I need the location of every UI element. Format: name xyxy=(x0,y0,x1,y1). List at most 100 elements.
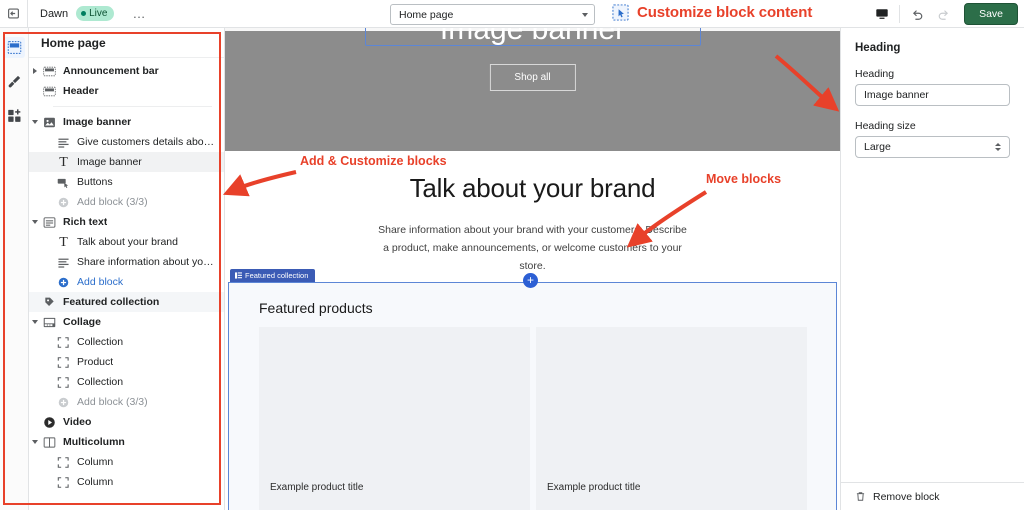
heading-t-icon: T xyxy=(55,234,72,250)
banner-heading[interactable]: Image banner xyxy=(440,28,625,47)
heading-input[interactable] xyxy=(855,84,1010,106)
multicolumn-icon xyxy=(41,436,58,449)
page-selector-value: Home page xyxy=(399,8,454,21)
remove-block-button[interactable]: Remove block xyxy=(841,482,1024,510)
chevron-right-icon[interactable] xyxy=(29,68,41,74)
image-banner-icon xyxy=(41,116,58,129)
chevron-down-icon[interactable] xyxy=(29,320,41,324)
text-lines-icon xyxy=(58,138,69,148)
header-icon xyxy=(41,85,58,98)
chevron-down-icon[interactable] xyxy=(29,220,41,224)
heading-size-label: Heading size xyxy=(855,120,916,132)
placeholder-frame-icon xyxy=(57,336,69,348)
sidebar-row-product[interactable]: Product xyxy=(29,352,224,372)
featured-collection-wrap: Featured collection + Featured products … xyxy=(225,269,840,510)
sidebar-row-label: Column xyxy=(77,476,114,488)
sidebar-row-label: Video xyxy=(63,416,92,428)
plus-circle-icon xyxy=(55,276,72,289)
heading-size-value: Large xyxy=(864,141,891,153)
sidebar-row-rich-text[interactable]: Rich text xyxy=(29,212,224,232)
sidebar-row-add-block-3-3[interactable]: Add block (3/3) xyxy=(29,192,224,212)
theme-editor-app: Dawn Live … Home page Customize block co… xyxy=(0,0,1024,510)
rail-sections-button[interactable] xyxy=(3,37,25,58)
heading-size-select[interactable]: Large xyxy=(855,136,1010,158)
product-card[interactable]: Example product title xyxy=(259,327,530,510)
redo-button[interactable] xyxy=(930,1,956,27)
theme-info: Dawn Live … xyxy=(28,6,146,21)
sidebar-row-image-banner[interactable]: Image banner xyxy=(29,112,224,132)
sidebar-row-label: Product xyxy=(77,356,114,368)
announcement-bar-icon xyxy=(43,66,56,76)
video-play-icon xyxy=(44,416,55,428)
page-selector-wrap: Home page xyxy=(390,4,595,25)
placeholder-frame-icon xyxy=(57,456,69,468)
rail-theme-settings-button[interactable] xyxy=(3,71,25,92)
annotation-add-customize-blocks: Add & Customize blocks xyxy=(300,154,447,168)
sidebar-row-label: Add block xyxy=(77,276,124,288)
header-icon xyxy=(43,86,56,96)
placeholder-frame-icon xyxy=(57,476,69,488)
plus-circle-icon xyxy=(55,396,72,409)
product-grid: Example product title Example product tit… xyxy=(229,316,836,510)
collage-icon xyxy=(43,317,56,327)
rich-text-body[interactable]: Share information about your brand with … xyxy=(378,221,688,275)
device-preview-button[interactable] xyxy=(869,1,895,27)
save-button[interactable]: Save xyxy=(964,3,1018,25)
featured-collection-tab[interactable]: Featured collection xyxy=(230,269,316,282)
sidebar-row-label: Multicolumn xyxy=(63,436,125,448)
sidebar-row-add-block-3-3[interactable]: Add block (3/3) xyxy=(29,392,224,412)
heading-size-field-group: Heading size Large xyxy=(841,106,1024,158)
rich-text-icon xyxy=(43,216,56,228)
sidebar-row-add-block[interactable]: Add block xyxy=(29,272,224,292)
sidebar-divider xyxy=(53,106,212,107)
sidebar-row-label: Featured collection xyxy=(63,296,160,308)
rich-text-section[interactable]: Talk about your brand Share information … xyxy=(225,151,840,275)
sidebar-row-collage[interactable]: Collage xyxy=(29,312,224,332)
heading-field-group: Heading xyxy=(841,54,1024,106)
remove-block-label: Remove block xyxy=(873,490,940,503)
chevron-down-icon[interactable] xyxy=(29,120,41,124)
placeholder-frame-icon xyxy=(57,376,69,388)
sidebar-row-video[interactable]: Video xyxy=(29,412,224,432)
annotation-move-blocks: Move blocks xyxy=(706,172,782,186)
sidebar-row-label: Image banner xyxy=(63,116,132,128)
chevron-down-icon[interactable] xyxy=(29,440,41,444)
product-card[interactable]: Example product title xyxy=(536,327,807,510)
page-selector[interactable]: Home page xyxy=(390,4,595,25)
collage-icon xyxy=(41,316,58,329)
preview-canvas: Image banner Shop all Talk about your br… xyxy=(225,28,840,510)
sidebar-row-column[interactable]: Column xyxy=(29,472,224,492)
sidebar-row-talk-about-your-brand[interactable]: T Talk about your brand xyxy=(29,232,224,252)
image-banner-section[interactable]: Image banner Shop all xyxy=(225,28,840,151)
featured-collection-section[interactable]: Featured products Example product title E… xyxy=(228,282,837,510)
sidebar-row-header[interactable]: Header xyxy=(29,81,224,101)
sidebar-row-collection[interactable]: Collection xyxy=(29,372,224,392)
shop-all-button[interactable]: Shop all xyxy=(489,64,576,91)
sidebar-row-buttons[interactable]: Buttons xyxy=(29,172,224,192)
sidebar-row-label: Add block (3/3) xyxy=(77,396,148,408)
announcement-bar-icon xyxy=(41,65,58,78)
sidebar-row-collection[interactable]: Collection xyxy=(29,332,224,352)
sidebar-row-multicolumn[interactable]: Multicolumn xyxy=(29,432,224,452)
sidebar-row-share-information-about-your[interactable]: Share information about your... xyxy=(29,252,224,272)
undo-button[interactable] xyxy=(904,1,930,27)
heading-t-icon: T xyxy=(59,234,68,250)
trash-icon xyxy=(856,492,865,501)
more-options-button[interactable]: … xyxy=(132,7,146,20)
placeholder-frame-icon xyxy=(55,476,72,489)
sidebar-row-label: Share information about your... xyxy=(77,256,218,268)
sidebar-row-image-banner[interactable]: T Image banner xyxy=(29,152,224,172)
exit-editor-button[interactable] xyxy=(0,0,28,28)
add-section-marker[interactable]: + xyxy=(523,273,538,288)
text-lines-icon xyxy=(55,256,72,269)
sidebar-row-label: Give customers details about... xyxy=(77,136,218,148)
sidebar-row-give-customers-details-about[interactable]: Give customers details about... xyxy=(29,132,224,152)
sidebar-row-announcement-bar[interactable]: Announcement bar xyxy=(29,61,224,81)
sidebar-row-column[interactable]: Column xyxy=(29,452,224,472)
sidebar-row-label: Add block (3/3) xyxy=(77,196,148,208)
sidebar-row-featured-collection[interactable]: Featured collection xyxy=(29,292,224,312)
panel-title: Heading xyxy=(855,42,901,54)
sidebar-row-label: Header xyxy=(63,85,99,97)
plus-circle-icon xyxy=(58,397,69,407)
rail-app-embeds-button[interactable] xyxy=(3,105,25,126)
